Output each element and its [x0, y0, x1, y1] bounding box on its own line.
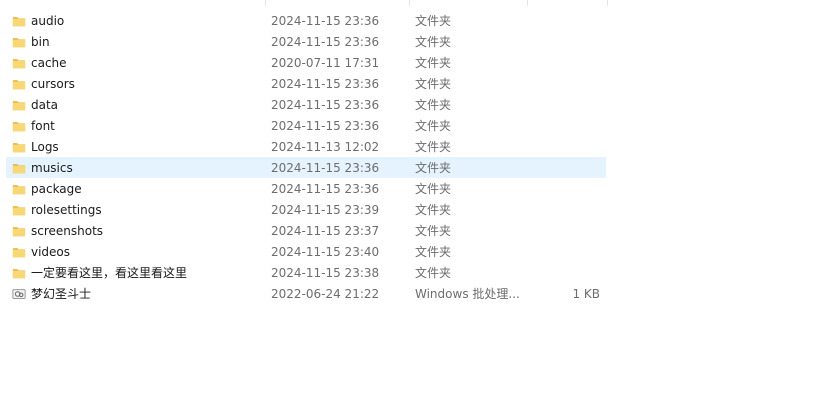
folder-icon [12, 100, 26, 110]
file-type: 文件夹 [415, 56, 452, 70]
file-date: 2024-11-15 23:38 [271, 265, 380, 280]
file-name: rolesettings [31, 202, 102, 217]
file-date: 2024-11-15 23:39 [271, 202, 380, 217]
folder-icon [12, 16, 26, 26]
file-type: 文件夹 [415, 77, 452, 91]
file-size: 1 KB [572, 286, 600, 301]
batch-file-icon [12, 288, 26, 299]
folder-icon [12, 226, 26, 236]
file-type: 文件夹 [415, 224, 452, 238]
file-name: 一定要看这里，看这里看这里 [31, 266, 188, 280]
folder-icon [12, 79, 26, 89]
file-row[interactable]: Logs 2024-11-13 12:02 文件夹 [6, 136, 606, 157]
file-name: package [31, 181, 82, 196]
file-name: cursors [31, 76, 75, 91]
file-date: 2024-11-13 12:02 [271, 139, 380, 154]
column-divider[interactable] [607, 0, 608, 6]
column-divider[interactable] [265, 0, 266, 6]
column-divider[interactable] [527, 0, 528, 6]
file-date: 2024-11-15 23:36 [271, 34, 380, 49]
file-name: 梦幻圣斗士 [31, 287, 92, 301]
file-row[interactable]: package 2024-11-15 23:36 文件夹 [6, 178, 606, 199]
file-name: data [31, 97, 59, 112]
file-type: 文件夹 [415, 161, 452, 175]
file-date: 2024-11-15 23:36 [271, 160, 380, 175]
folder-icon [12, 142, 26, 152]
file-type: Windows 批处理... [415, 287, 520, 301]
file-date: 2024-11-15 23:36 [271, 181, 380, 196]
file-name: Logs [31, 139, 59, 154]
file-date: 2020-07-11 17:31 [271, 55, 380, 70]
column-dividers [0, 0, 820, 6]
file-row[interactable]: screenshots 2024-11-15 23:37 文件夹 [6, 220, 606, 241]
file-type: 文件夹 [415, 245, 452, 259]
folder-icon [12, 184, 26, 194]
file-date: 2024-11-15 23:36 [271, 76, 380, 91]
file-row[interactable]: videos 2024-11-15 23:40 文件夹 [6, 241, 606, 262]
folder-icon [12, 163, 26, 173]
file-row[interactable]: font 2024-11-15 23:36 文件夹 [6, 115, 606, 136]
file-type: 文件夹 [415, 182, 452, 196]
file-name: bin [31, 34, 50, 49]
file-type: 文件夹 [415, 35, 452, 49]
column-divider[interactable] [409, 0, 410, 6]
file-type: 文件夹 [415, 140, 452, 154]
file-date: 2024-11-15 23:36 [271, 97, 380, 112]
folder-icon [12, 205, 26, 215]
file-row[interactable]: audio 2024-11-15 23:36 文件夹 [6, 10, 606, 31]
file-name: cache [31, 55, 67, 70]
file-type: 文件夹 [415, 203, 452, 217]
folder-icon [12, 58, 26, 68]
file-date: 2022-06-24 21:22 [271, 286, 380, 301]
file-type: 文件夹 [415, 14, 452, 28]
file-name: font [31, 118, 55, 133]
file-date: 2024-11-15 23:40 [271, 244, 380, 259]
folder-icon [12, 247, 26, 257]
file-date: 2024-11-15 23:37 [271, 223, 380, 238]
file-type: 文件夹 [415, 119, 452, 133]
file-name: screenshots [31, 223, 104, 238]
file-name: musics [31, 160, 73, 175]
file-type: 文件夹 [415, 266, 452, 280]
file-name: videos [31, 244, 71, 259]
file-row[interactable]: data 2024-11-15 23:36 文件夹 [6, 94, 606, 115]
file-row[interactable]: cursors 2024-11-15 23:36 文件夹 [6, 73, 606, 94]
file-row[interactable]: bin 2024-11-15 23:36 文件夹 [6, 31, 606, 52]
folder-icon [12, 268, 26, 278]
file-row[interactable]: rolesettings 2024-11-15 23:39 文件夹 [6, 199, 606, 220]
file-date: 2024-11-15 23:36 [271, 118, 380, 133]
file-date: 2024-11-15 23:36 [271, 13, 380, 28]
file-list: audio 2024-11-15 23:36 文件夹 bin 2024-11-1… [6, 10, 606, 304]
file-row[interactable]: 梦幻圣斗士 2022-06-24 21:22 Windows 批处理... 1 … [6, 283, 606, 304]
file-row[interactable]: cache 2020-07-11 17:31 文件夹 [6, 52, 606, 73]
folder-icon [12, 121, 26, 131]
file-row-selected[interactable]: musics 2024-11-15 23:36 文件夹 [6, 157, 606, 178]
folder-icon [12, 37, 26, 47]
file-name: audio [31, 13, 65, 28]
file-type: 文件夹 [415, 98, 452, 112]
file-row[interactable]: 一定要看这里，看这里看这里 2024-11-15 23:38 文件夹 [6, 262, 606, 283]
